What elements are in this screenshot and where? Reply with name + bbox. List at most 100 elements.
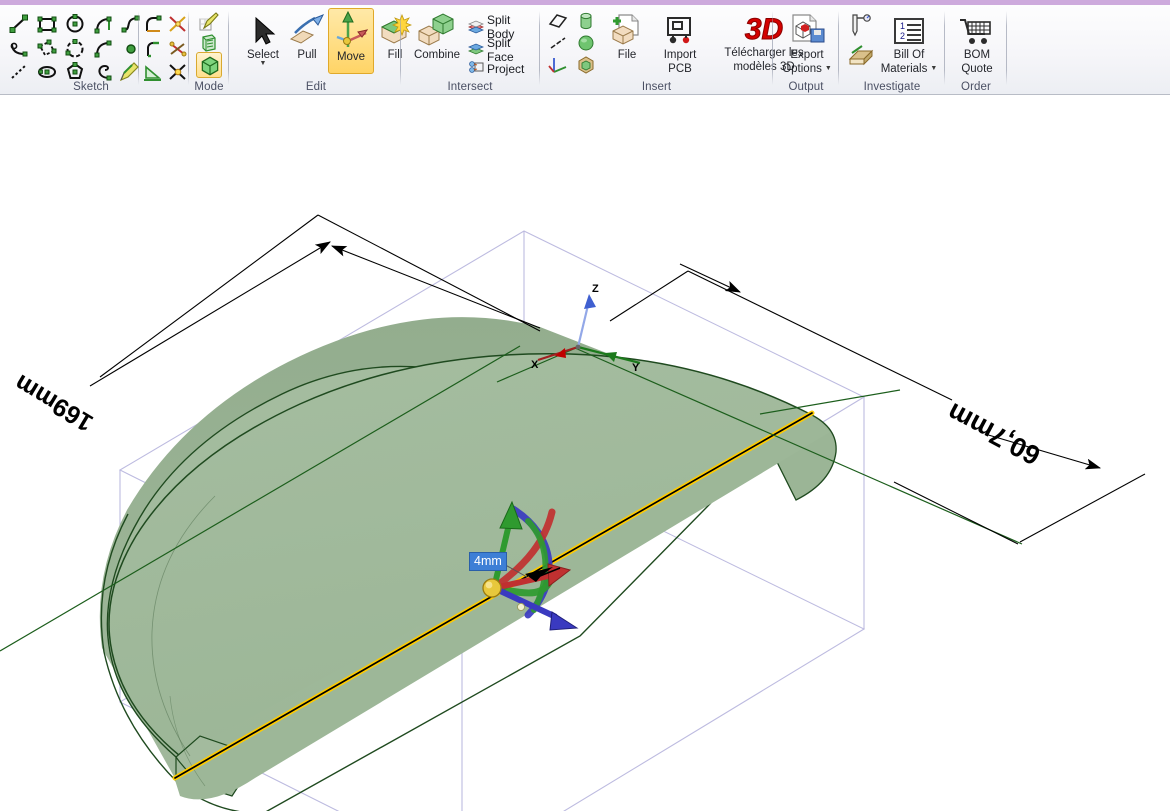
section-mode-icon[interactable] (198, 32, 220, 54)
fillet-icon[interactable] (142, 38, 164, 60)
axis-label-z: Z (592, 283, 599, 295)
ribbon-group-intersect: Combine Split Body Split Face Project (404, 5, 536, 95)
group-separator (188, 11, 189, 85)
combine-button-label: Combine (410, 49, 464, 61)
bill-of-materials-label-line1: Bill Of (878, 49, 940, 61)
3d-viewport[interactable]: Z Y X 169mm 60,7mm (0, 96, 1170, 811)
three-point-rectangle-icon[interactable] (36, 38, 58, 60)
export-options-button[interactable]: Export Options ▼ (780, 9, 834, 75)
line-icon[interactable] (8, 13, 30, 35)
ribbon-group-label: Insert (543, 81, 770, 93)
ribbon-group-label: Mode (192, 81, 226, 93)
trim-icon[interactable] (167, 13, 189, 35)
mass-properties-icon[interactable] (848, 43, 874, 69)
solid-body[interactable] (100, 317, 836, 811)
move-handle-icon (329, 9, 373, 49)
measure-caliper-icon[interactable] (848, 12, 874, 38)
dimension-60-7mm-label: 60,7mm (942, 397, 1045, 471)
export-options-label-line1: Export (780, 49, 834, 61)
arc-icon[interactable] (92, 61, 114, 83)
pull-button-label: Pull (284, 49, 330, 61)
import-pcb-label-line1: Import (655, 49, 705, 61)
polygon-icon[interactable] (64, 61, 86, 83)
group-separator (400, 11, 401, 85)
split-face-icon (468, 41, 484, 60)
break-icon[interactable] (167, 61, 189, 83)
pull-button[interactable]: Pull (284, 9, 330, 61)
combine-icon (410, 9, 464, 47)
offset-curve-icon[interactable] (142, 61, 164, 83)
export-options-label-line2: Options (782, 63, 822, 75)
insert-file-label: File (605, 49, 649, 61)
chevron-down-icon[interactable]: ▼ (825, 66, 832, 72)
insert-file-button[interactable]: File (605, 9, 649, 61)
sphere-icon[interactable] (576, 33, 598, 55)
ribbon-group-edit: Select ▼ Pull Move Fill (232, 5, 400, 95)
bom-quote-label-line2: Quote (952, 63, 1002, 75)
svg-text:2: 2 (900, 31, 905, 41)
sketch-edit-icon[interactable] (118, 61, 140, 83)
ribbon-group-order: BOM Quote Order (948, 5, 1004, 95)
ribbon-group-label: Edit (232, 81, 400, 93)
shopping-cart-icon (952, 9, 1002, 47)
chevron-down-icon[interactable]: ▼ (240, 61, 286, 67)
axis-label-x: X (531, 359, 539, 371)
bom-quote-button[interactable]: BOM Quote (952, 9, 1002, 75)
combine-button[interactable]: Combine (410, 9, 464, 61)
corner-arc-icon[interactable] (142, 13, 164, 35)
bill-of-materials-button[interactable]: 12 Bill Of Materials ▼ (878, 9, 940, 75)
polyline-icon[interactable] (8, 61, 30, 83)
three-point-arc-icon[interactable] (64, 38, 86, 60)
select-button[interactable]: Select ▼ (240, 9, 286, 67)
move-distance-value[interactable]: 4mm (469, 552, 507, 571)
import-pcb-label-line2: PCB (655, 63, 705, 75)
insert-file-icon (605, 9, 649, 47)
ribbon-group-label: Intersect (404, 81, 536, 93)
ribbon-group-sketch: Sketch (0, 5, 182, 95)
move-button[interactable]: Move (328, 8, 374, 74)
dimension-169mm-label: 169mm (10, 369, 98, 437)
bom-quote-label-line1: BOM (952, 49, 1002, 61)
ribbon-group-investigate: 12 Bill Of Materials ▼ Investigate (842, 5, 942, 95)
svg-text:1: 1 (900, 21, 905, 31)
group-separator (228, 11, 229, 85)
ribbon-group-label: Investigate (842, 81, 942, 93)
axis-label-y: Y (632, 362, 640, 374)
point-icon[interactable] (120, 38, 142, 60)
solid-mode-icon[interactable] (196, 52, 222, 78)
group-separator (944, 11, 945, 85)
group-separator (1006, 11, 1007, 85)
group-separator (772, 11, 773, 85)
ribbon-group-label: Output (776, 81, 836, 93)
rectangle-icon[interactable] (36, 13, 58, 35)
bill-of-materials-label-line2: Materials (881, 63, 928, 75)
ribbon-toolbar: Sketch Mode Select ▼ (0, 5, 1170, 95)
box-icon[interactable] (576, 55, 598, 77)
project-label: Project (487, 62, 524, 76)
group-separator (838, 11, 839, 85)
bill-of-materials-icon: 12 (878, 9, 940, 47)
group-separator (539, 11, 540, 85)
curve-icon[interactable] (92, 38, 114, 60)
ellipse-icon[interactable] (36, 61, 58, 83)
split-body-icon (468, 18, 484, 37)
circle-icon[interactable] (64, 13, 86, 35)
import-pcb-button[interactable]: Import PCB (655, 9, 705, 75)
cursor-arrow-icon (240, 9, 286, 47)
ribbon-group-label: Sketch (0, 81, 182, 93)
cylinder-icon[interactable] (576, 11, 598, 33)
sweep-arc-icon[interactable] (8, 38, 30, 60)
split-curve-icon[interactable] (167, 38, 189, 60)
ribbon-group-output: Export Options ▼ Output (776, 5, 836, 95)
ribbon-group-label: Order (948, 81, 1004, 93)
line-icon[interactable] (548, 33, 570, 55)
project-item[interactable]: Project (468, 59, 524, 78)
sketch-mode-icon[interactable] (198, 11, 220, 33)
plane-icon[interactable] (548, 11, 570, 33)
export-options-icon (780, 9, 834, 47)
tangent-arc-icon[interactable] (92, 13, 114, 35)
pull-arrow-icon (284, 9, 330, 47)
project-icon (468, 59, 484, 78)
axis-icon[interactable] (548, 55, 570, 77)
chevron-down-icon[interactable]: ▼ (930, 66, 937, 72)
